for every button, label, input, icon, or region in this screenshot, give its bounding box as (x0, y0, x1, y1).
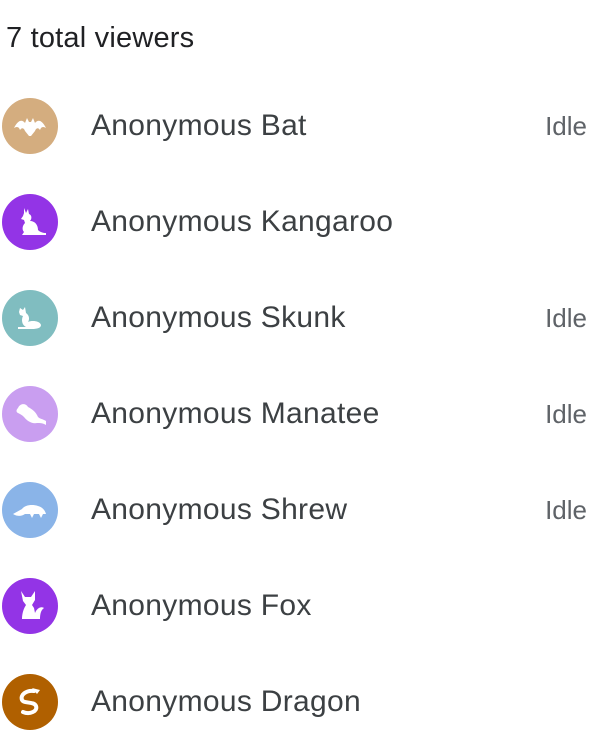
viewer-row[interactable]: Anonymous Manatee Idle (0, 366, 611, 462)
viewer-name: Anonymous Bat (91, 109, 307, 142)
viewer-row[interactable]: Anonymous Fox (0, 558, 611, 654)
viewer-row[interactable]: Anonymous Dragon (0, 654, 611, 750)
viewer-name: Anonymous Fox (91, 589, 312, 622)
viewer-status: Idle (545, 495, 587, 525)
skunk-icon (2, 290, 58, 346)
viewer-name: Anonymous Manatee (91, 397, 380, 430)
viewers-list: Anonymous Bat Idle Anonymous Kangaroo An… (0, 78, 611, 750)
viewer-name: Anonymous Shrew (91, 493, 348, 526)
viewer-name: Anonymous Dragon (91, 685, 361, 718)
viewers-panel: 7 total viewers Anonymous Bat Idle Anony… (0, 0, 611, 745)
shrew-icon (2, 482, 58, 538)
viewers-count-title: 7 total viewers (6, 22, 195, 54)
viewer-name: Anonymous Kangaroo (91, 205, 394, 238)
viewer-name: Anonymous Skunk (91, 301, 346, 334)
manatee-icon (2, 386, 58, 442)
viewer-row[interactable]: Anonymous Shrew Idle (0, 462, 611, 558)
viewer-status: Idle (545, 303, 587, 333)
viewer-row[interactable]: Anonymous Skunk Idle (0, 270, 611, 366)
viewer-row[interactable]: Anonymous Bat Idle (0, 78, 611, 174)
viewer-status: Idle (545, 399, 587, 429)
bat-icon (2, 98, 58, 154)
kangaroo-icon (2, 194, 58, 250)
dragon-icon (2, 674, 58, 730)
fox-icon (2, 578, 58, 634)
viewer-row[interactable]: Anonymous Kangaroo (0, 174, 611, 270)
viewer-status: Idle (545, 111, 587, 141)
